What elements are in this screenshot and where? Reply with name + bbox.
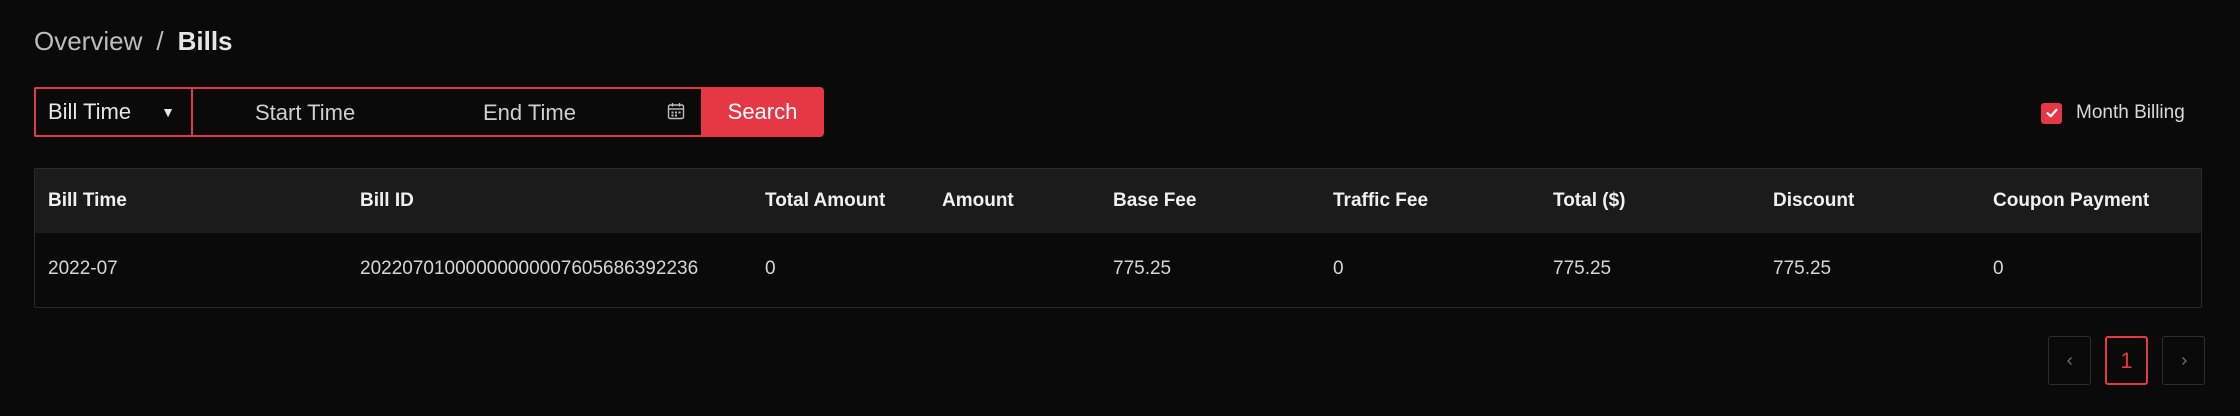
page-1-button[interactable]: 1 xyxy=(2105,336,2148,385)
cell-discount: 775.25 xyxy=(1773,258,1832,279)
breadcrumb-bills: Bills xyxy=(177,26,233,56)
cell-base-fee: 775.25 xyxy=(1113,258,1172,279)
column-header-bill-id: Bill ID xyxy=(360,190,414,211)
column-header-total-amount: Total Amount xyxy=(765,190,886,211)
cell-traffic-fee: 0 xyxy=(1333,258,1344,279)
cell-bill-id: 20220701000000000007605686392236 xyxy=(360,258,699,279)
calendar-icon xyxy=(667,103,685,120)
month-billing-checkbox[interactable] xyxy=(2041,102,2062,124)
chevron-right-icon xyxy=(2181,356,2187,365)
bills-table: Bill Time Bill ID Total Amount Amount Ba… xyxy=(34,168,2202,308)
time-type-select[interactable]: Bill Time ▼ xyxy=(34,87,191,137)
checkmark-icon xyxy=(2045,108,2058,118)
column-header-bill-time: Bill Time xyxy=(48,190,127,211)
end-time-input[interactable]: End Time xyxy=(483,100,576,126)
next-page-button[interactable] xyxy=(2162,336,2205,385)
breadcrumb-overview[interactable]: Overview xyxy=(34,26,142,56)
search-button[interactable]: Search xyxy=(701,87,824,137)
column-header-coupon-payment: Coupon Payment xyxy=(1993,190,2150,211)
column-header-amount: Amount xyxy=(942,190,1014,211)
column-header-total: Total ($) xyxy=(1553,190,1626,211)
prev-page-button[interactable] xyxy=(2048,336,2091,385)
cell-coupon-payment: 0 xyxy=(1993,258,2004,279)
time-type-select-value: Bill Time xyxy=(48,99,132,124)
date-range-picker[interactable]: Start Time End Time xyxy=(191,87,701,137)
column-header-discount: Discount xyxy=(1773,190,1855,211)
caret-down-icon: ▼ xyxy=(161,104,175,120)
start-time-input[interactable]: Start Time xyxy=(255,100,355,126)
pagination: 1 xyxy=(2048,336,2205,385)
filter-bar: Bill Time ▼ Start Time End Time Search xyxy=(34,87,824,137)
table-header: Bill Time Bill ID Total Amount Amount Ba… xyxy=(35,169,2201,233)
chevron-left-icon xyxy=(2066,356,2072,365)
breadcrumb: Overview / Bills xyxy=(34,26,233,56)
cell-total-amount: 0 xyxy=(765,258,776,279)
month-billing-toggle[interactable]: Month Billing xyxy=(2041,102,2185,124)
breadcrumb-separator: / xyxy=(156,26,164,56)
column-header-base-fee: Base Fee xyxy=(1113,190,1197,211)
cell-total: 775.25 xyxy=(1553,258,1612,279)
column-header-traffic-fee: Traffic Fee xyxy=(1333,190,1429,211)
cell-bill-time: 2022-07 xyxy=(48,258,118,279)
month-billing-label: Month Billing xyxy=(2076,102,2185,123)
table-row: 2022-07 20220701000000000007605686392236… xyxy=(35,233,2201,309)
